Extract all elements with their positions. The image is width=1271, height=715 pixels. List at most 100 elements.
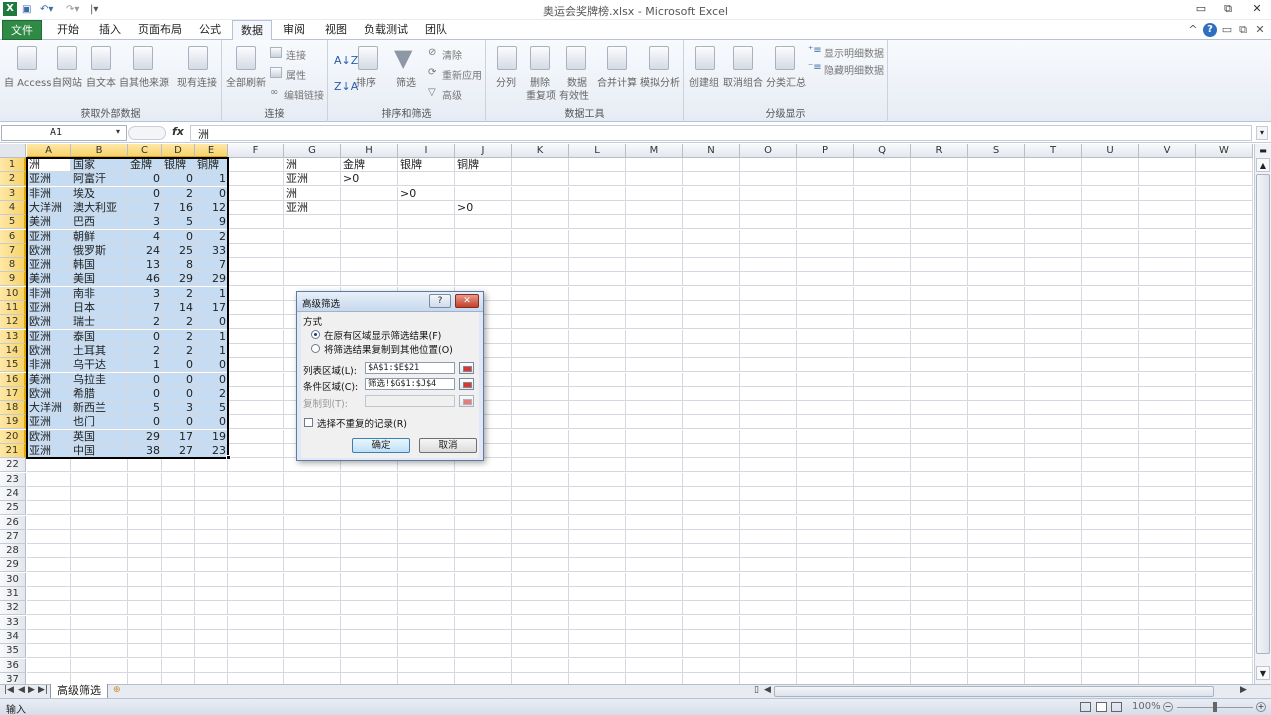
table-cell[interactable]: 13 <box>128 258 162 272</box>
table-cell[interactable]: 欧洲 <box>27 244 71 258</box>
table-cell[interactable]: 0 <box>162 358 195 372</box>
text-to-columns-button[interactable]: 分列 <box>496 74 516 89</box>
table-cell[interactable]: 2 <box>162 287 195 301</box>
table-cell[interactable]: 中国 <box>71 444 128 458</box>
table-cell[interactable]: 17 <box>162 430 195 444</box>
table-cell[interactable]: 新西兰 <box>71 401 128 415</box>
row-header-29[interactable]: 29 <box>0 558 26 573</box>
copy-to-collapse-icon[interactable] <box>459 395 474 407</box>
table-cell[interactable]: 铜牌 <box>195 158 228 172</box>
row-header-33[interactable]: 33 <box>0 615 26 630</box>
table-cell[interactable]: 欧洲 <box>27 315 71 329</box>
table-cell[interactable]: 1 <box>195 172 228 186</box>
table-cell[interactable]: 2 <box>162 315 195 329</box>
criteria-cell[interactable]: 亚洲 <box>284 201 341 215</box>
table-cell[interactable]: 2 <box>162 344 195 358</box>
row-header-7[interactable]: 7 <box>0 243 26 258</box>
table-cell[interactable]: 3 <box>128 287 162 301</box>
table-cell[interactable]: 埃及 <box>71 187 128 201</box>
table-cell[interactable]: 0 <box>195 187 228 201</box>
table-cell[interactable]: 乌拉圭 <box>71 373 128 387</box>
row-header-31[interactable]: 31 <box>0 587 26 601</box>
row-header-2[interactable]: 2 <box>0 172 26 187</box>
table-cell[interactable]: 2 <box>162 330 195 344</box>
table-cell[interactable]: 3 <box>162 401 195 415</box>
column-header-m[interactable]: M <box>626 144 683 158</box>
radio-filter-in-place-label[interactable]: 在原有区域显示筛选结果(F) <box>324 328 441 342</box>
table-cell[interactable]: 亚洲 <box>27 330 71 344</box>
table-cell[interactable]: 欧洲 <box>27 344 71 358</box>
criteria-cell[interactable]: 亚洲 <box>284 172 341 186</box>
workbook-restore-icon[interactable]: ⧉ <box>1236 20 1250 40</box>
sheet-nav-next-icon[interactable]: ▶ <box>28 685 35 695</box>
table-cell[interactable]: 俄罗斯 <box>71 244 128 258</box>
table-cell[interactable]: 欧洲 <box>27 430 71 444</box>
criteria-cell[interactable] <box>455 187 512 201</box>
criteria-cell[interactable]: >0 <box>398 187 455 201</box>
select-all-corner[interactable] <box>0 144 26 158</box>
worksheet-grid[interactable]: A B C D E F G H I J K L M N O P Q R S T U V W 1 2 3 4 5 6 7 8 9 10 11 12 13… <box>0 144 1254 684</box>
table-cell[interactable]: 洲 <box>27 158 71 172</box>
scroll-up-icon[interactable]: ▲ <box>1256 158 1270 172</box>
from-web-button[interactable]: 自网站 <box>52 74 82 89</box>
criteria-cell[interactable] <box>455 172 512 186</box>
table-cell[interactable]: 大洋洲 <box>27 201 71 215</box>
column-header-g[interactable]: G <box>284 144 341 158</box>
table-cell[interactable]: 29 <box>128 430 162 444</box>
table-cell[interactable]: 0 <box>128 172 162 186</box>
table-cell[interactable]: 巴西 <box>71 215 128 229</box>
table-cell[interactable]: 1 <box>128 358 162 372</box>
fill-handle[interactable] <box>226 455 231 461</box>
table-cell[interactable]: 0 <box>128 415 162 429</box>
row-header-25[interactable]: 25 <box>0 501 26 516</box>
what-if-analysis-button[interactable]: 模拟分析 <box>640 74 680 89</box>
table-cell[interactable]: 金牌 <box>128 158 162 172</box>
criteria-cell[interactable]: >0 <box>341 172 398 186</box>
criteria-cell[interactable]: 金牌 <box>341 158 398 172</box>
sheet-nav-first-icon[interactable]: |◀ <box>4 685 14 695</box>
table-cell[interactable]: 12 <box>195 201 228 215</box>
row-header-22[interactable]: 22 <box>0 458 26 473</box>
table-cell[interactable]: 29 <box>195 272 228 286</box>
radio-copy-to-location-label[interactable]: 将筛选结果复制到其他位置(O) <box>324 342 453 356</box>
scroll-left-icon[interactable]: ◀ <box>764 685 771 695</box>
table-cell[interactable]: 25 <box>162 244 195 258</box>
row-header-23[interactable]: 23 <box>0 472 26 487</box>
column-header-b[interactable]: B <box>71 144 128 158</box>
table-cell[interactable]: 亚洲 <box>27 230 71 244</box>
formula-input[interactable] <box>190 125 1252 141</box>
zoom-level[interactable]: 100% <box>1132 701 1161 712</box>
criteria-range-collapse-icon[interactable] <box>459 378 474 390</box>
h-split-icon[interactable]: ▯ <box>754 685 759 695</box>
from-text-button[interactable]: 自文本 <box>86 74 116 89</box>
create-group-button[interactable]: 创建组 <box>689 74 719 89</box>
column-header-c[interactable]: C <box>128 144 162 158</box>
sort-button[interactable]: 排序 <box>356 74 376 89</box>
page-break-view-icon[interactable] <box>1111 702 1122 712</box>
column-header-o[interactable]: O <box>740 144 797 158</box>
table-cell[interactable]: 0 <box>162 387 195 401</box>
table-cell[interactable]: 7 <box>195 258 228 272</box>
row-header-18[interactable]: 18 <box>0 401 26 416</box>
criteria-range-input[interactable]: 筛选!$G$1:$J$4 <box>365 378 455 390</box>
insert-sheet-icon[interactable]: ⊕ <box>113 685 127 697</box>
row-header-9[interactable]: 9 <box>0 272 26 287</box>
expand-formula-bar-icon[interactable]: ▾ <box>1256 126 1268 140</box>
row-header-20[interactable]: 20 <box>0 429 26 444</box>
table-cell[interactable]: 33 <box>195 244 228 258</box>
table-cell[interactable]: 非洲 <box>27 187 71 201</box>
scroll-right-icon[interactable]: ▶ <box>1240 685 1247 695</box>
row-header-11[interactable]: 11 <box>0 301 26 315</box>
table-cell[interactable]: 2 <box>128 315 162 329</box>
table-cell[interactable]: 8 <box>162 258 195 272</box>
table-cell[interactable]: 0 <box>195 415 228 429</box>
table-cell[interactable]: 阿富汗 <box>71 172 128 186</box>
table-cell[interactable]: 9 <box>195 215 228 229</box>
column-header-j[interactable]: J <box>455 144 512 158</box>
column-header-f[interactable]: F <box>228 144 284 158</box>
row-header-8[interactable]: 8 <box>0 258 26 273</box>
sheet-nav-prev-icon[interactable]: ◀ <box>18 685 25 695</box>
table-cell[interactable]: 美洲 <box>27 215 71 229</box>
table-cell[interactable]: 泰国 <box>71 330 128 344</box>
vertical-scrollbar[interactable]: ▬ ▲ ▼ <box>1254 144 1271 684</box>
